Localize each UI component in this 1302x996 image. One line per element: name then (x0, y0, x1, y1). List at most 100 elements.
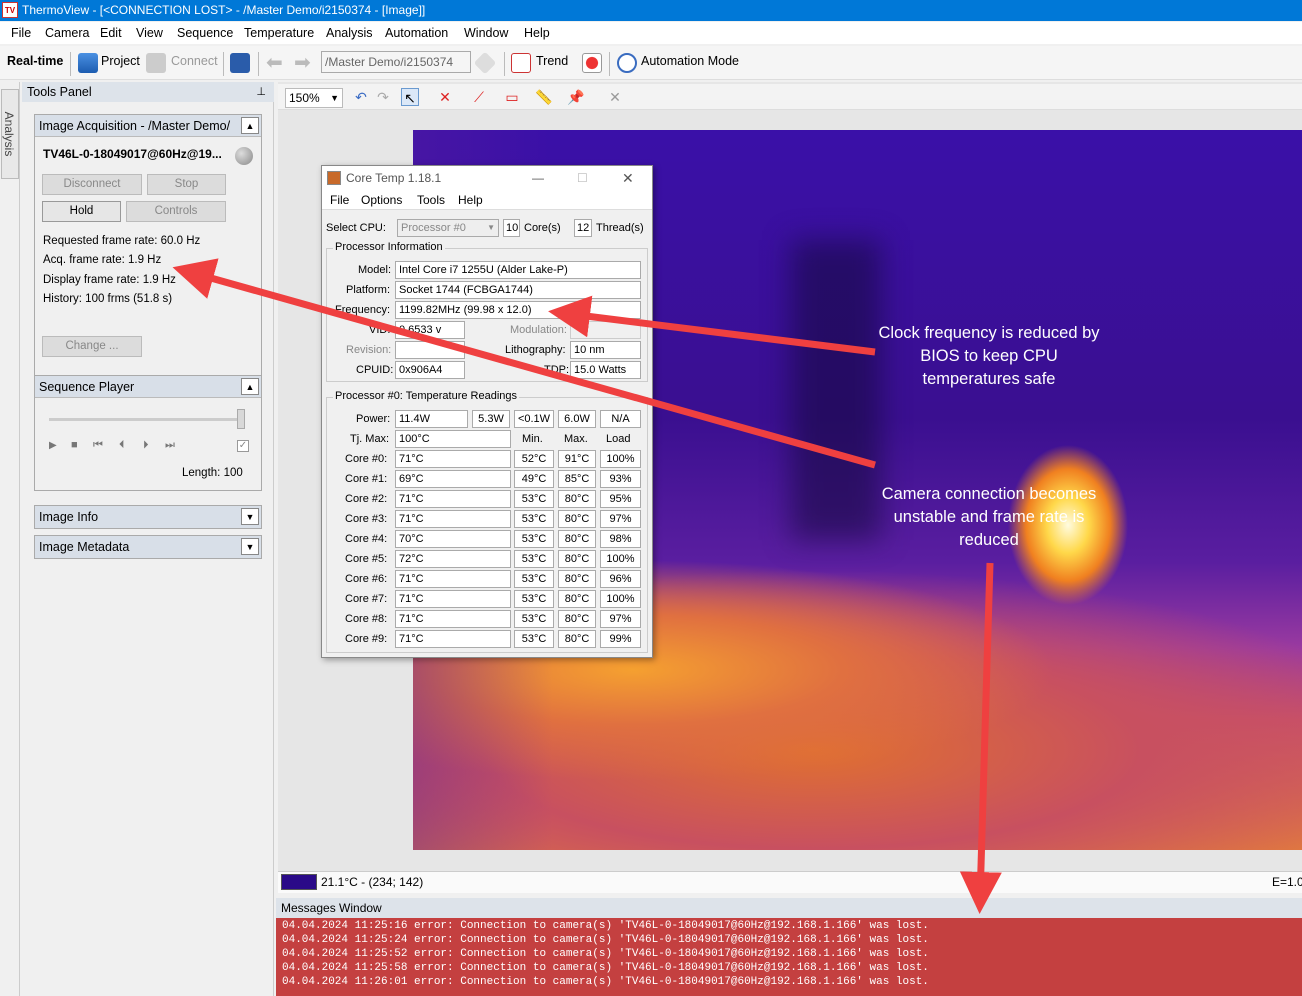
sequence-player-header[interactable]: Sequence Player ▲ (35, 376, 261, 398)
minimize-icon[interactable]: — (532, 166, 544, 190)
collapse-up-icon[interactable]: ▲ (241, 117, 259, 134)
delete-tool-icon[interactable]: ✕ (606, 88, 624, 106)
core-min: 53°C (514, 490, 554, 508)
automation-mode-button[interactable]: Automation Mode (641, 54, 739, 68)
core-name: Core #0: (345, 453, 388, 465)
app-icon[interactable]: TV (2, 2, 18, 18)
image-info-title: Image Info (39, 510, 99, 524)
menu-file[interactable]: File (11, 26, 31, 40)
stop-button[interactable]: Stop (147, 174, 226, 195)
coretemp-menu-file[interactable]: File (330, 193, 349, 207)
toolbar-separator (258, 52, 259, 76)
modulation-label: Modulation: (510, 324, 567, 336)
vid-label: VID: (369, 324, 391, 336)
redo-icon[interactable]: ↷ (374, 88, 392, 106)
menu-help[interactable]: Help (524, 26, 550, 40)
last-frame-icon[interactable]: ⏭ (165, 439, 175, 452)
messages-header: Messages Window (276, 898, 1302, 918)
trend-chart-icon[interactable] (511, 53, 531, 73)
goto-icon[interactable] (473, 51, 497, 75)
close-icon[interactable]: ✕ (622, 166, 634, 190)
core-temp: 71°C (395, 610, 511, 628)
back-arrow-icon[interactable]: ⬅ (266, 50, 283, 75)
window-title: ThermoView - [<CONNECTION LOST> - /Maste… (22, 3, 426, 17)
core-min: 49°C (514, 470, 554, 488)
toolbar-separator (70, 52, 71, 76)
annotation-line: unstable and frame rate is (893, 508, 1085, 526)
emissivity: E=1.0 (1272, 875, 1302, 889)
display-frame-rate: Display frame rate: 1.9 Hz (43, 274, 176, 286)
image-info-group[interactable]: Image Info ▼ (34, 505, 262, 529)
chevron-down-icon: ▼ (487, 223, 495, 232)
forward-arrow-icon[interactable]: ➡ (294, 50, 311, 75)
tab-analysis-objects[interactable]: Analysis Objects (1, 89, 19, 179)
sequence-slider-handle[interactable] (237, 409, 245, 429)
sequence-player-group: Sequence Player ▲ ▶ ■ ⏮ ⏴ ⏵ ⏭ ✓ Length: … (34, 375, 262, 491)
pin-icon[interactable]: ⊥ (256, 82, 266, 102)
undo-icon[interactable]: ↶ (352, 88, 370, 106)
collapse-up-icon[interactable]: ▲ (241, 378, 259, 395)
loop-checkbox[interactable]: ✓ (237, 440, 249, 452)
save-icon[interactable] (230, 53, 250, 73)
image-metadata-title: Image Metadata (39, 540, 130, 554)
coretemp-menu-tools[interactable]: Tools (417, 193, 445, 207)
menu-automation[interactable]: Automation (385, 26, 448, 40)
stop-icon[interactable]: ■ (71, 439, 78, 451)
cpu-select[interactable]: Processor #0 ▼ (397, 219, 499, 237)
core-min: 53°C (514, 550, 554, 568)
max-column-header: Max. (564, 433, 588, 445)
point-tool-icon[interactable]: ✕ (436, 88, 454, 106)
stopwatch-icon[interactable] (617, 53, 637, 73)
trend-button[interactable]: Trend (536, 54, 568, 68)
menu-temperature[interactable]: Temperature (244, 26, 314, 40)
first-frame-icon[interactable]: ⏮ (93, 439, 103, 452)
maximize-icon[interactable]: ☐ (577, 166, 588, 190)
min-column-header: Min. (522, 433, 543, 445)
core-temp: 71°C (395, 570, 511, 588)
select-pointer-icon[interactable]: ↖ (401, 88, 419, 106)
pin-tool-icon[interactable]: 📌 (567, 88, 585, 106)
play-icon[interactable]: ▶ (49, 440, 57, 451)
expand-down-icon[interactable]: ▼ (241, 538, 259, 555)
measure-tool-icon[interactable]: 📏 (535, 88, 553, 106)
connect-button[interactable]: Connect (171, 54, 218, 68)
core-min: 53°C (514, 530, 554, 548)
next-frame-icon[interactable]: ⏵ (143, 439, 149, 452)
menu-edit[interactable]: Edit (100, 26, 122, 40)
image-metadata-header[interactable]: Image Metadata ▼ (35, 536, 261, 558)
realtime-button[interactable]: Real-time (7, 54, 63, 68)
record-icon[interactable] (582, 53, 602, 73)
sequence-player-title: Sequence Player (39, 380, 135, 394)
rectangle-tool-icon[interactable]: ▭ (503, 88, 521, 106)
revision-label: Revision: (346, 344, 392, 356)
sequence-slider-track[interactable] (49, 418, 239, 421)
project-icon[interactable] (78, 53, 98, 73)
controls-button[interactable]: Controls (126, 201, 226, 222)
hold-button[interactable]: Hold (42, 201, 121, 222)
lithography-value: 10 nm (570, 341, 641, 359)
change-button[interactable]: Change ... (42, 336, 142, 357)
menu-window[interactable]: Window (464, 26, 508, 40)
line-tool-icon[interactable]: ⟋ (470, 88, 488, 106)
menu-sequence[interactable]: Sequence (177, 26, 233, 40)
path-field[interactable]: /Master Demo/i2150374 (321, 51, 471, 73)
prev-frame-icon[interactable]: ⏴ (119, 439, 125, 452)
coretemp-menu-options[interactable]: Options (361, 193, 402, 207)
cpu-select-value: Processor #0 (401, 222, 466, 234)
project-button[interactable]: Project (101, 54, 140, 68)
image-info-header[interactable]: Image Info ▼ (35, 506, 261, 528)
menu-analysis[interactable]: Analysis (326, 26, 373, 40)
image-metadata-group[interactable]: Image Metadata ▼ (34, 535, 262, 559)
expand-down-icon[interactable]: ▼ (241, 508, 259, 525)
menu-camera[interactable]: Camera (45, 26, 89, 40)
zoom-select[interactable]: 150% ▼ (285, 88, 343, 108)
menu-view[interactable]: View (136, 26, 163, 40)
core-min: 53°C (514, 510, 554, 528)
disconnect-button[interactable]: Disconnect (42, 174, 142, 195)
annotation-line: Camera connection becomes (881, 485, 1097, 503)
main-toolbar: Real-time Project Connect ⬅ ➡ Trend Auto… (0, 46, 1302, 80)
image-acquisition-header[interactable]: Image Acquisition - /Master Demo/ ▲ (35, 115, 261, 137)
power-dram: 6.0W (558, 410, 596, 428)
coretemp-menu-help[interactable]: Help (458, 193, 483, 207)
core-temp: 69°C (395, 470, 511, 488)
